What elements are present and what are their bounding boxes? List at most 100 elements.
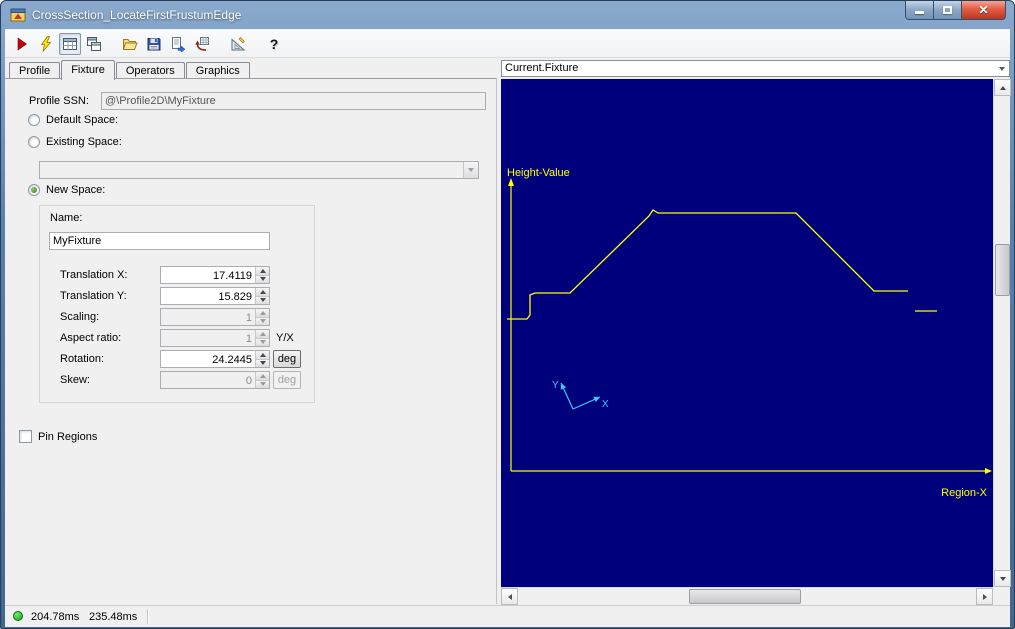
marker-x-label: X [602, 399, 609, 410]
arrow-up-icon [260, 374, 266, 378]
translation-y-label: Translation Y: [60, 290, 127, 302]
tab-strip: Profile Fixture Operators Graphics [9, 60, 251, 80]
scrollbar-corner [993, 587, 1010, 604]
minimize-icon [915, 11, 924, 14]
existing-space-combo[interactable] [39, 161, 479, 179]
tab-fixture[interactable]: Fixture [61, 60, 115, 80]
add-display-button[interactable] [83, 33, 105, 55]
tab-operators[interactable]: Operators [116, 62, 185, 78]
app-icon [10, 7, 26, 23]
arrow-down-icon [260, 382, 266, 386]
translation-y-value[interactable]: 15.829 [161, 288, 255, 304]
scroll-right-button[interactable] [976, 588, 993, 605]
new-space-group: Name: Translation X: 17.4119 Translation… [39, 205, 315, 403]
run-button[interactable] [11, 33, 33, 55]
chevron-down-icon [468, 168, 474, 172]
revert-button[interactable] [191, 33, 213, 55]
default-space-radio-circle [28, 114, 40, 126]
status-time-1: 204.78ms [31, 611, 79, 623]
existing-space-combo-value [40, 162, 463, 178]
toolbar: ? [5, 30, 1010, 58]
new-space-radio[interactable]: New Space: [28, 183, 105, 197]
translation-y-spin-buttons [255, 288, 269, 304]
arrow-left-icon [508, 594, 512, 600]
skew-spinner: 0 [160, 371, 270, 389]
minimize-button[interactable] [905, 1, 934, 20]
existing-space-combo-arrow[interactable] [463, 162, 478, 178]
lightning-icon [38, 36, 54, 52]
save-button[interactable] [143, 33, 165, 55]
plot-ylabel: Height-Value [507, 167, 570, 179]
spin-up-button [256, 372, 269, 381]
measure-tool-icon [230, 36, 246, 52]
rotation-spin-buttons [255, 351, 269, 367]
default-space-radio[interactable]: Default Space: [28, 113, 118, 127]
add-display-icon [86, 36, 102, 52]
translation-y-spinner[interactable]: 15.829 [160, 287, 270, 305]
scroll-up-button[interactable] [994, 79, 1011, 96]
maximize-button[interactable] [934, 1, 961, 20]
close-button[interactable]: ✕ [961, 1, 1006, 20]
caption-buttons: ✕ [905, 1, 1006, 20]
pin-regions-checkbox-row[interactable]: Pin Regions [19, 430, 97, 443]
spin-down-button[interactable] [256, 297, 269, 305]
horizontal-scrollbar[interactable] [501, 587, 993, 604]
spin-down-button[interactable] [256, 276, 269, 284]
name-input[interactable] [49, 232, 270, 250]
tab-profile[interactable]: Profile [9, 62, 60, 78]
display-selector-arrow[interactable] [994, 61, 1009, 76]
arrow-down-icon [260, 361, 266, 365]
run-icon [14, 36, 30, 52]
existing-space-radio[interactable]: Existing Space: [28, 135, 122, 149]
spin-down-button[interactable] [256, 360, 269, 368]
spin-down-button [256, 318, 269, 326]
translation-x-spinner[interactable]: 17.4119 [160, 266, 270, 284]
tab-graphics[interactable]: Graphics [186, 62, 250, 78]
scaling-label: Scaling: [60, 311, 99, 323]
spin-up-button[interactable] [256, 351, 269, 360]
aspect-ratio-label: Aspect ratio: [60, 332, 121, 344]
translation-x-value[interactable]: 17.4119 [161, 267, 255, 283]
open-folder-icon [122, 36, 138, 52]
vertical-scrollbar[interactable] [993, 79, 1010, 587]
measure-button[interactable] [227, 33, 249, 55]
spin-up-button [256, 330, 269, 339]
plot-area[interactable]: Height-Value Region-X X Y [501, 79, 993, 587]
arrow-down-icon [260, 277, 266, 281]
revert-arrow-icon [194, 36, 210, 52]
skew-spin-buttons [255, 372, 269, 388]
spin-down-button [256, 339, 269, 347]
vertical-scroll-thumb[interactable] [995, 244, 1010, 296]
skew-label: Skew: [60, 374, 90, 386]
profile-ssn-input[interactable] [101, 92, 486, 110]
arrow-up-icon [1000, 86, 1006, 90]
skew-value: 0 [161, 372, 255, 388]
plot-svg: Height-Value Region-X X Y [501, 79, 993, 587]
rotation-value[interactable]: 24.2445 [161, 351, 255, 367]
maximize-icon [943, 6, 952, 14]
open-file-button[interactable] [119, 33, 141, 55]
export-button[interactable] [167, 33, 189, 55]
titlebar[interactable]: CrossSection_LocateFirstFrustumEdge ✕ [1, 1, 1014, 29]
spin-up-button[interactable] [256, 288, 269, 297]
scroll-left-button[interactable] [501, 588, 518, 605]
marker-y-label: Y [552, 380, 559, 391]
status-time-2: 235.48ms [89, 611, 137, 623]
close-icon: ✕ [978, 4, 988, 16]
pin-regions-checkbox[interactable] [19, 430, 32, 443]
display-selector-combo[interactable]: Current.Fixture [501, 60, 1010, 77]
rotation-unit-button[interactable]: deg [273, 350, 301, 368]
spin-up-button[interactable] [256, 267, 269, 276]
scroll-down-button[interactable] [994, 570, 1011, 587]
show-display-button[interactable] [59, 33, 81, 55]
spin-down-button [256, 381, 269, 389]
live-trigger-button[interactable] [35, 33, 57, 55]
help-button[interactable]: ? [263, 33, 285, 55]
horizontal-scroll-thumb[interactable] [689, 589, 801, 604]
scaling-spinner: 1 [160, 308, 270, 326]
y-axis-arrowhead [508, 178, 514, 186]
fixture-tab-panel: Profile SSN: Default Space: Existing Spa… [5, 78, 497, 604]
rotation-spinner[interactable]: 24.2445 [160, 350, 270, 368]
x-axis-arrowhead [985, 468, 992, 474]
rotation-label: Rotation: [60, 353, 104, 365]
